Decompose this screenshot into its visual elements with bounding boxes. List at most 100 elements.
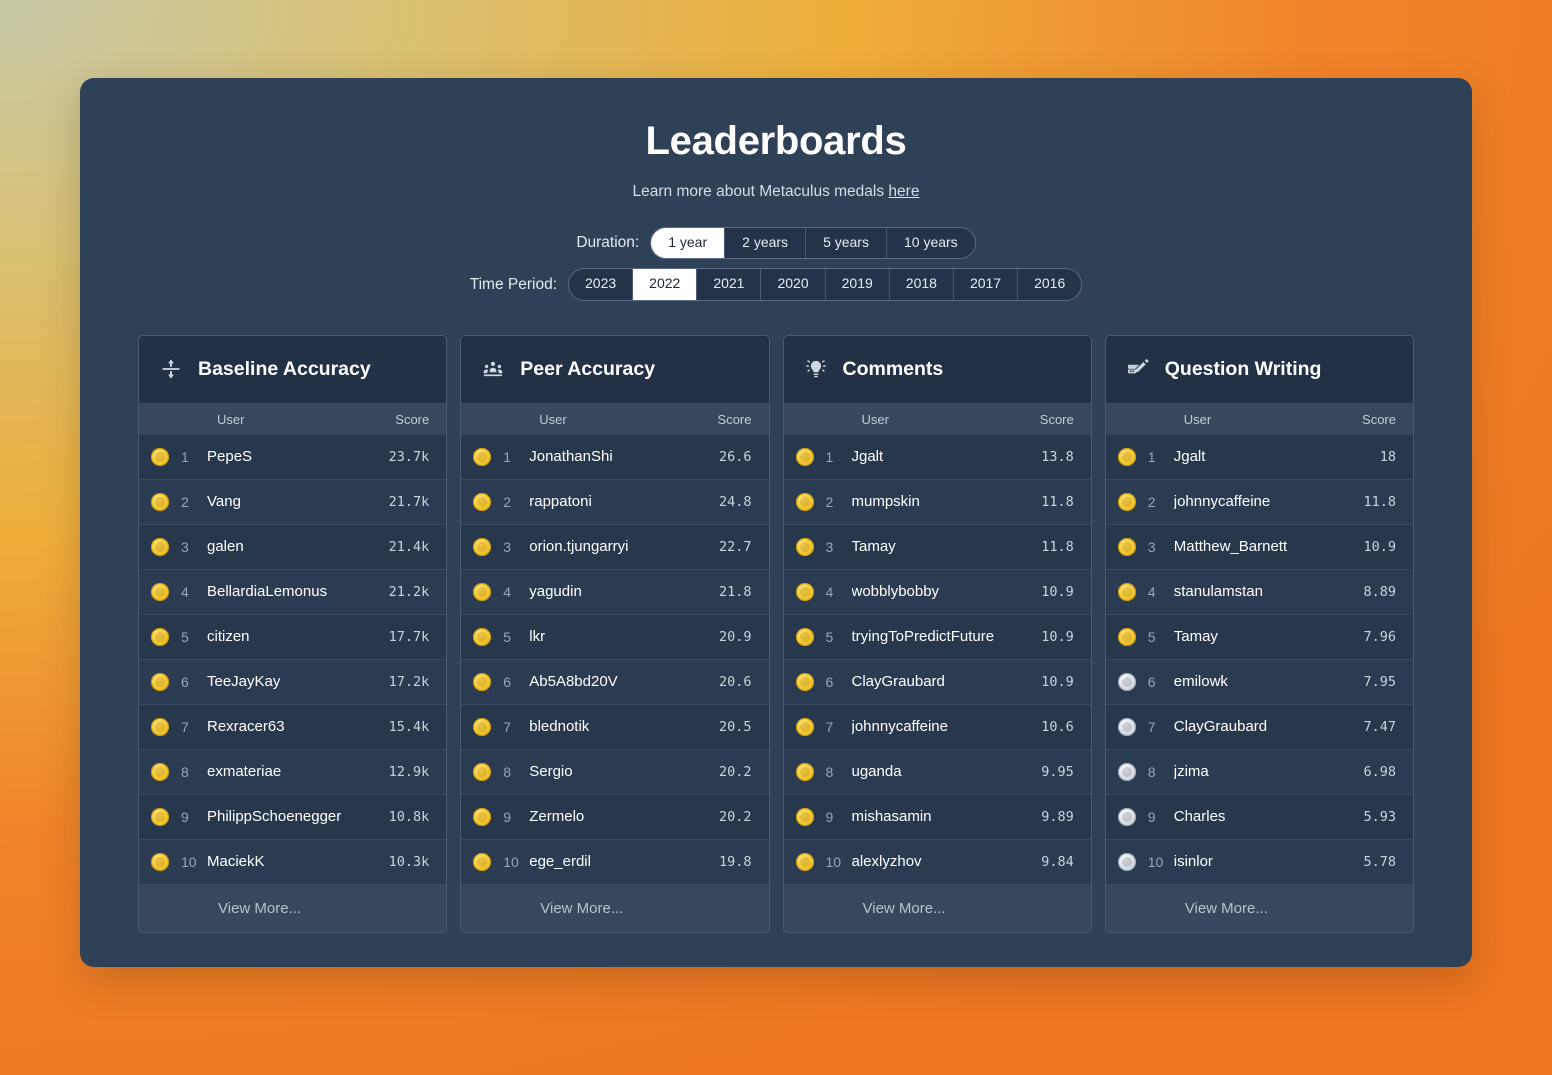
leaderboard-card-title: Peer Accuracy — [520, 357, 656, 380]
table-row[interactable]: 3 Matthew_Barnett 10.9 — [1105, 524, 1413, 570]
row-username[interactable]: mishasamin — [852, 808, 1034, 825]
row-username[interactable]: PepeS — [207, 448, 381, 465]
row-username[interactable]: Jgalt — [852, 448, 1034, 465]
table-row[interactable]: 5 citizen 17.7k — [139, 614, 447, 660]
time-period-option-2023[interactable]: 2023 — [569, 269, 634, 300]
table-row[interactable]: 5 Tamay 7.96 — [1105, 614, 1413, 660]
row-username[interactable]: MaciekK — [207, 853, 381, 870]
row-username[interactable]: JonathanShi — [529, 448, 711, 465]
view-more-button[interactable]: View More... — [461, 884, 769, 932]
row-username[interactable]: alexlyzhov — [852, 853, 1034, 870]
duration-option-10-years[interactable]: 10 years — [886, 228, 975, 259]
view-more-button[interactable]: View More... — [1105, 884, 1413, 932]
table-row[interactable]: 5 tryingToPredictFuture 10.9 — [783, 614, 1091, 660]
table-row[interactable]: 8 exmateriae 12.9k — [139, 749, 447, 795]
table-row[interactable]: 2 rappatoni 24.8 — [461, 479, 769, 525]
table-row[interactable]: 7 Rexracer63 15.4k — [139, 704, 447, 750]
row-username[interactable]: blednotik — [529, 718, 711, 735]
time-period-option-2022[interactable]: 2022 — [633, 269, 698, 300]
table-row[interactable]: 7 ClayGraubard 7.47 — [1105, 704, 1413, 750]
table-row[interactable]: 2 mumpskin 11.8 — [783, 479, 1091, 525]
table-row[interactable]: 5 lkr 20.9 — [461, 614, 769, 660]
row-username[interactable]: PhilippSchoenegger — [207, 808, 381, 825]
table-row[interactable]: 10 ege_erdil 19.8 — [461, 839, 769, 885]
row-username[interactable]: TeeJayKay — [207, 673, 381, 690]
row-username[interactable]: isinlor — [1174, 853, 1356, 870]
row-username[interactable]: stanulamstan — [1174, 583, 1356, 600]
row-username[interactable]: Zermelo — [529, 808, 711, 825]
table-row[interactable]: 4 wobblybobby 10.9 — [783, 569, 1091, 615]
table-row[interactable]: 9 mishasamin 9.89 — [783, 794, 1091, 840]
time-period-option-2019[interactable]: 2019 — [825, 269, 890, 300]
table-row[interactable]: 7 blednotik 20.5 — [461, 704, 769, 750]
duration-option-2-years[interactable]: 2 years — [725, 228, 807, 259]
table-row[interactable]: 9 PhilippSchoenegger 10.8k — [139, 794, 447, 840]
table-row[interactable]: 2 johnnycaffeine 11.8 — [1105, 479, 1413, 525]
table-row[interactable]: 8 uganda 9.95 — [783, 749, 1091, 795]
table-row[interactable]: 3 orion.tjungarryi 22.7 — [461, 524, 769, 570]
row-username[interactable]: yagudin — [529, 583, 711, 600]
view-more-button[interactable]: View More... — [783, 884, 1091, 932]
row-username[interactable]: mumpskin — [852, 493, 1034, 510]
row-username[interactable]: lkr — [529, 628, 711, 645]
row-username[interactable]: Ab5A8bd20V — [529, 673, 711, 690]
table-row[interactable]: 6 Ab5A8bd20V 20.6 — [461, 659, 769, 705]
row-username[interactable]: Charles — [1174, 808, 1356, 825]
row-username[interactable]: ege_erdil — [529, 853, 711, 870]
view-more-button[interactable]: View More... — [139, 884, 447, 932]
row-username[interactable]: Jgalt — [1174, 448, 1372, 465]
table-row[interactable]: 6 emilowk 7.95 — [1105, 659, 1413, 705]
table-row[interactable]: 8 Sergio 20.2 — [461, 749, 769, 795]
row-username[interactable]: exmateriae — [207, 763, 381, 780]
time-period-segmented-control[interactable]: 2023 2022 2021 2020 2019 2018 2017 2016 — [568, 268, 1083, 301]
table-row[interactable]: 10 isinlor 5.78 — [1105, 839, 1413, 885]
row-username[interactable]: Matthew_Barnett — [1174, 538, 1356, 555]
row-username[interactable]: jzima — [1174, 763, 1356, 780]
table-row[interactable]: 1 JonathanShi 26.6 — [461, 434, 769, 480]
row-username[interactable]: Sergio — [529, 763, 711, 780]
table-row[interactable]: 9 Zermelo 20.2 — [461, 794, 769, 840]
row-username[interactable]: Vang — [207, 493, 381, 510]
row-username[interactable]: citizen — [207, 628, 381, 645]
row-username[interactable]: galen — [207, 538, 381, 555]
row-username[interactable]: tryingToPredictFuture — [852, 628, 1034, 645]
row-username[interactable]: ClayGraubard — [852, 673, 1034, 690]
table-row[interactable]: 4 stanulamstan 8.89 — [1105, 569, 1413, 615]
table-row[interactable]: 4 yagudin 21.8 — [461, 569, 769, 615]
row-username[interactable]: Tamay — [1174, 628, 1356, 645]
medals-help-link[interactable]: here — [888, 183, 919, 200]
table-row[interactable]: 10 MaciekK 10.3k — [139, 839, 447, 885]
table-row[interactable]: 10 alexlyzhov 9.84 — [783, 839, 1091, 885]
row-username[interactable]: rappatoni — [529, 493, 711, 510]
table-row[interactable]: 9 Charles 5.93 — [1105, 794, 1413, 840]
table-row[interactable]: 1 Jgalt 13.8 — [783, 434, 1091, 480]
table-row[interactable]: 8 jzima 6.98 — [1105, 749, 1413, 795]
time-period-option-2017[interactable]: 2017 — [953, 269, 1019, 300]
table-row[interactable]: 1 PepeS 23.7k — [139, 434, 447, 480]
table-row[interactable]: 1 Jgalt 18 — [1105, 434, 1413, 480]
row-username[interactable]: Rexracer63 — [207, 718, 381, 735]
duration-segmented-control[interactable]: 1 year 2 years 5 years 10 years — [650, 227, 976, 260]
row-username[interactable]: johnnycaffeine — [1174, 493, 1356, 510]
duration-option-1-year[interactable]: 1 year — [651, 228, 726, 259]
table-row[interactable]: 4 BellardiaLemonus 21.2k — [139, 569, 447, 615]
table-row[interactable]: 6 TeeJayKay 17.2k — [139, 659, 447, 705]
time-period-option-2018[interactable]: 2018 — [889, 269, 954, 300]
row-username[interactable]: wobblybobby — [852, 583, 1034, 600]
time-period-option-2021[interactable]: 2021 — [697, 269, 762, 300]
row-username[interactable]: uganda — [852, 763, 1034, 780]
row-username[interactable]: BellardiaLemonus — [207, 583, 381, 600]
row-username[interactable]: Tamay — [852, 538, 1034, 555]
row-username[interactable]: ClayGraubard — [1174, 718, 1356, 735]
time-period-option-2016[interactable]: 2016 — [1018, 269, 1082, 300]
table-row[interactable]: 3 Tamay 11.8 — [783, 524, 1091, 570]
time-period-option-2020[interactable]: 2020 — [761, 269, 826, 300]
table-row[interactable]: 6 ClayGraubard 10.9 — [783, 659, 1091, 705]
duration-option-5-years[interactable]: 5 years — [806, 228, 887, 259]
row-username[interactable]: emilowk — [1174, 673, 1356, 690]
row-username[interactable]: orion.tjungarryi — [529, 538, 711, 555]
table-row[interactable]: 3 galen 21.4k — [139, 524, 447, 570]
table-row[interactable]: 7 johnnycaffeine 10.6 — [783, 704, 1091, 750]
table-row[interactable]: 2 Vang 21.7k — [139, 479, 447, 525]
row-username[interactable]: johnnycaffeine — [852, 718, 1034, 735]
